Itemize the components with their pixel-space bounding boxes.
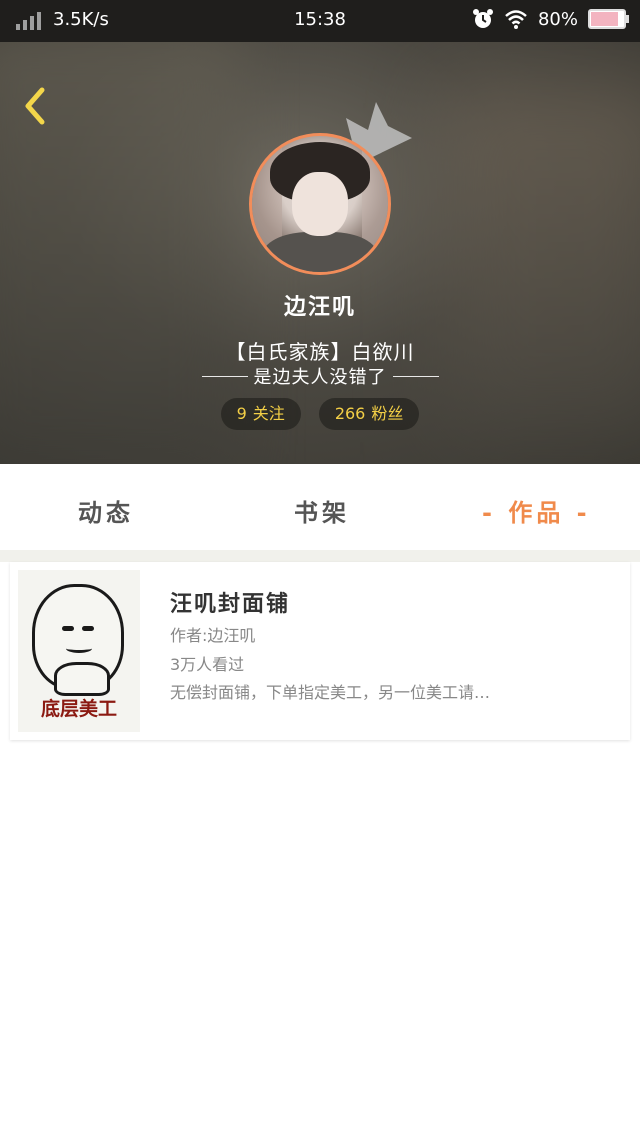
following-label: 关注 [252, 404, 285, 423]
wifi-icon [505, 10, 527, 29]
avatar[interactable] [249, 133, 391, 275]
battery-percent: 80% [537, 8, 578, 30]
tab-works[interactable]: - 作品 - [482, 493, 591, 528]
followers-count: 266 [334, 404, 366, 423]
alarm-icon [472, 9, 493, 28]
following-count: 9 [236, 404, 247, 423]
divider [0, 550, 640, 562]
book-cover: 底层美工 [18, 570, 140, 732]
username: 边汪叽 [283, 295, 356, 320]
followers-label: 粉丝 [371, 404, 404, 423]
tab-dynamics[interactable]: 动态 [78, 493, 134, 528]
status-bar: 3.5K/s 15:38 80% [0, 0, 640, 42]
followers-count-button[interactable]: 266 粉丝 [318, 398, 420, 430]
book-author: 作者:边汪叽 [170, 626, 256, 645]
bio-line-2: 是边夫人没错了 [0, 363, 640, 389]
battery-icon [588, 9, 629, 29]
book-views: 3万人看过 [170, 655, 245, 674]
list-item[interactable]: 底层美工 汪叽封面铺 作者:边汪叽 3万人看过 无偿封面铺，下单指定美工，另一位… [10, 562, 630, 740]
book-title: 汪叽封面铺 [170, 592, 291, 617]
following-count-button[interactable]: 9 关注 [220, 398, 301, 430]
profile-tabs: 动态 书架 - 作品 - [0, 464, 640, 550]
bio-line-2-text: 是边夫人没错了 [253, 367, 387, 388]
back-chevron-icon[interactable] [20, 86, 50, 126]
tab-bookshelf[interactable]: 书架 [294, 493, 350, 528]
bio-line-1: 【白氏家族】白欲川 [225, 340, 415, 364]
book-description: 无偿封面铺，下单指定美工，另一位美工请… [170, 683, 491, 702]
profile-header: 边汪叽 【白氏家族】白欲川 是边夫人没错了 9 关注 266 粉丝 [0, 42, 640, 464]
cover-text: 底层美工 [40, 698, 117, 720]
